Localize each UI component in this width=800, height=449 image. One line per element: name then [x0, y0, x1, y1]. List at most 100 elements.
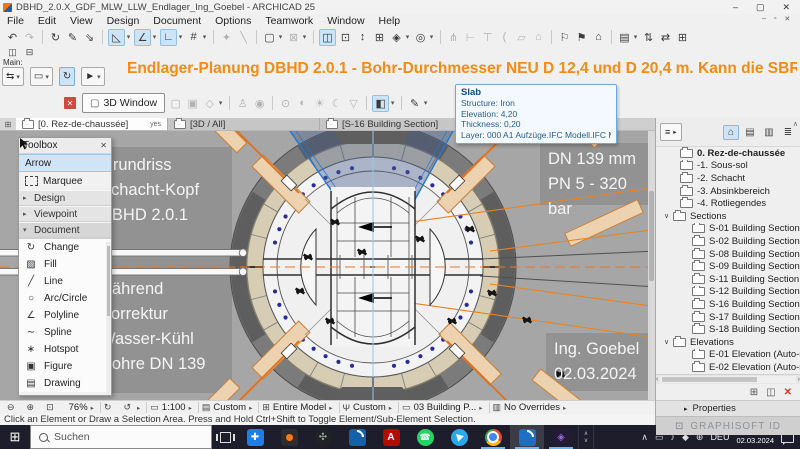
separator[interactable]	[611, 30, 612, 44]
clone-folder-icon[interactable]: ⊞	[750, 387, 758, 398]
flag-white-icon[interactable]: ⚐	[557, 29, 572, 45]
model-view-dropdown[interactable]: ⊞ Entire Model ▸	[258, 402, 335, 413]
toolbox-scrollbar[interactable]	[106, 242, 111, 395]
copy-up-icon[interactable]: ⇅	[641, 29, 656, 45]
menu-item[interactable]: Design	[100, 15, 147, 27]
quick-options-icon[interactable]: ⊞	[0, 118, 16, 130]
layout-book-icon[interactable]: ▥	[761, 125, 777, 140]
delete-icon[interactable]: ✕	[784, 387, 792, 398]
separator[interactable]	[256, 30, 257, 44]
hotspot-tool[interactable]: ∗ Hotspot	[19, 341, 111, 358]
sun-icon[interactable]: ☀	[312, 95, 327, 111]
intersect-icon[interactable]: ⊤	[480, 29, 495, 45]
menu-item[interactable]: File	[0, 15, 31, 27]
separator[interactable]	[551, 30, 552, 44]
view-tab[interactable]: [S-16 Building Section]	[320, 118, 472, 130]
perspective-icon[interactable]: ⊙	[278, 95, 293, 111]
dropdown-icon[interactable]: ▾	[125, 29, 132, 45]
renovation-filter-button[interactable]: ⇆ ▾	[2, 67, 24, 86]
pen-set-icon[interactable]: ✎	[407, 95, 422, 111]
fit-in-window-button[interactable]: ⊡ ▸	[43, 402, 60, 413]
menu-item[interactable]: Edit	[31, 15, 63, 27]
dropdown-icon[interactable]: ▾	[301, 29, 308, 45]
canvas-vertical-scrollbar[interactable]	[648, 131, 655, 400]
guide-lines-icon[interactable]: ◺	[108, 29, 125, 46]
flag-black-icon[interactable]: ⚑	[574, 29, 589, 45]
nav-item[interactable]: ∨ Sections	[656, 210, 800, 223]
nav-item[interactable]: ∨ E-02 Elevation (Auto-rebuild	[656, 361, 800, 374]
spline-tool[interactable]: ∼ Spline	[19, 324, 111, 341]
maximize-button[interactable]: ▢	[756, 2, 765, 13]
menu-item[interactable]: Teamwork	[258, 15, 320, 27]
arc-circle-tool[interactable]: ○ Arc/Circle	[19, 290, 111, 307]
undo-icon[interactable]: ↶	[5, 29, 20, 45]
task-view-button[interactable]	[212, 425, 238, 449]
separator[interactable]	[313, 30, 314, 44]
renovation-filter-dropdown[interactable]: ▭ 03 Building P... ▸	[398, 402, 485, 413]
app-geforce[interactable]: ✣	[306, 425, 340, 449]
properties-section[interactable]: ▸ Properties	[656, 400, 800, 416]
scroll-left-icon[interactable]: ‹	[656, 376, 658, 383]
resize-icon[interactable]: ▱	[514, 29, 529, 45]
app-bimx[interactable]	[340, 425, 374, 449]
explode-icon[interactable]: ⊞	[372, 29, 387, 45]
nav-item[interactable]: ∨ S-12 Building Section (Auto-	[656, 286, 800, 299]
home-story-icon[interactable]: ⌂	[591, 29, 606, 45]
magic-wand-icon[interactable]: ✦	[219, 29, 234, 45]
taskbar-scroll-buttons[interactable]: ∧∨	[578, 425, 594, 449]
copy-across-icon[interactable]: ⇄	[658, 29, 673, 45]
zoom-in-button[interactable]: ⊕ ▸	[24, 402, 41, 413]
rotate-view-dropdown[interactable]: ↺ ▸	[120, 402, 143, 413]
split-icon[interactable]: ⋔	[446, 29, 461, 45]
app-archicad[interactable]	[510, 425, 544, 449]
dropdown-icon[interactable]: ▾	[217, 95, 224, 111]
grid-snap-icon[interactable]: #	[186, 29, 201, 45]
separator[interactable]	[42, 30, 43, 44]
marquee-tool[interactable]: Marquee	[19, 172, 111, 190]
solid-operations-icon[interactable]: ◈	[389, 29, 404, 45]
zoom-level-dropdown[interactable]: 76% ▸	[63, 402, 97, 413]
nav-item[interactable]: ∨ -1. Sous-sol	[656, 160, 800, 173]
snap-points-icon[interactable]: ∟	[160, 29, 177, 46]
shadow-icon[interactable]: ◐	[295, 95, 310, 111]
grid-system-icon[interactable]: ⊞	[675, 29, 690, 45]
taskbar-search-input[interactable]: Suchen	[30, 425, 212, 449]
graphic-override-dropdown[interactable]: ▥ No Overrides ▸	[489, 402, 570, 413]
toolbox-group[interactable]: ▸ Design	[19, 190, 111, 206]
fill-tool[interactable]: ▨ Fill	[19, 256, 111, 273]
doc-minimize-button[interactable]: –	[762, 15, 766, 23]
doc-close-button[interactable]: ✕	[784, 15, 790, 23]
separator[interactable]	[366, 96, 367, 110]
doc-restore-button[interactable]: ▫	[774, 15, 776, 23]
layout-book-button[interactable]: ▭ ▾	[30, 67, 53, 86]
nav-item[interactable]: ∨ S-08 Building Section (Auto-	[656, 248, 800, 261]
menu-item[interactable]: View	[63, 15, 100, 27]
orbit-button[interactable]: ↻ ▸	[100, 402, 118, 413]
nav-item[interactable]: ∨ S-09 Building Section (Auto-	[656, 260, 800, 273]
figure-tool[interactable]: ▣ Figure	[19, 358, 111, 375]
app-whatsapp[interactable]: ☎	[408, 425, 442, 449]
separator[interactable]	[229, 96, 230, 110]
nav-item[interactable]: ∨ -3. Absinkbereich	[656, 185, 800, 198]
drawing-tool[interactable]: ▤ Drawing	[19, 375, 111, 392]
group-icon[interactable]: ◫	[319, 29, 336, 46]
check-model-icon[interactable]: ◎	[413, 29, 428, 45]
adjust-icon[interactable]: ⊢	[463, 29, 478, 45]
axonometry-icon[interactable]: ▣	[185, 95, 200, 111]
project-map-icon[interactable]: ⌂	[723, 125, 739, 140]
polyline-tool[interactable]: ∠ Polyline	[19, 307, 111, 324]
app-acrobat[interactable]: A	[374, 425, 408, 449]
nav-item[interactable]: ∨ S-16 Building Section (Auto-	[656, 298, 800, 311]
arrow-tool-button[interactable]: ► ▾	[81, 67, 104, 86]
nav-item[interactable]: ∨ -4. Rotliegendes	[656, 197, 800, 210]
separator[interactable]	[213, 30, 214, 44]
floor-plan-cut-icon[interactable]: ⊡	[338, 29, 353, 45]
home-icon[interactable]: ⌂	[531, 29, 546, 45]
lock-icon[interactable]: ⊠	[286, 29, 301, 45]
app-telegram[interactable]	[442, 425, 476, 449]
arrow-tool[interactable]: Arrow	[19, 154, 111, 172]
separator[interactable]	[440, 30, 441, 44]
inject-parameters-icon[interactable]: ⇘	[82, 29, 97, 45]
menu-item[interactable]: Document	[146, 15, 208, 27]
dropdown-icon[interactable]: ▾	[389, 95, 396, 111]
